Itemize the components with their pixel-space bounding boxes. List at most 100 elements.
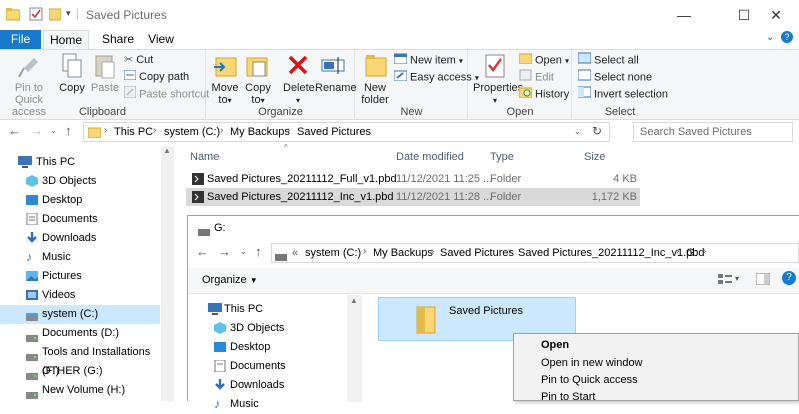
rename-button[interactable]: Rename [315,52,357,94]
help-icon[interactable]: ? [782,271,796,285]
delete-button[interactable]: Delete ▾ [283,52,315,107]
column-header-date[interactable]: Date modified [396,151,464,163]
nav-item-desktop[interactable]: Desktop [188,338,348,357]
open-button[interactable]: Open ▾ [518,52,569,68]
breadcrumb-my-backups[interactable]: My Backups [373,247,433,259]
collapse-ribbon-icon[interactable]: ⌄ [766,32,774,43]
breadcrumb-this-pc[interactable]: This PC [114,126,153,138]
new-item-button[interactable]: New item ▾ [393,52,463,68]
forward-arrow-icon[interactable]: → [218,244,231,259]
open-label: Open [535,54,562,67]
new-folder-icon[interactable] [48,7,62,24]
nav-item-music[interactable]: ♪ Music [0,248,160,267]
up-arrow-icon[interactable]: ↑ [255,244,262,259]
tab-home[interactable]: Home [43,30,89,50]
nav-item-this-pc[interactable]: This PC [188,300,348,319]
back-arrow-icon[interactable]: ← [8,123,21,138]
nav-item-tools-f[interactable]: Tools and Installations (F:) [0,343,160,377]
organize-button[interactable]: Organize ▼ [202,274,258,286]
nav-pane-scrollbar[interactable]: ▲ [161,146,174,401]
invert-selection-button[interactable]: Invert selection [577,86,668,102]
recent-locations-icon[interactable]: ⌄ [240,247,247,256]
forward-arrow-icon[interactable]: → [30,123,43,138]
nav-item-downloads[interactable]: Downloads [188,376,348,395]
menu-item-pin-quick-access[interactable]: Pin to Quick access [541,374,638,386]
tab-view[interactable]: View [141,30,181,50]
refresh-icon[interactable]: ↻ [592,124,602,138]
breadcrumb-overflow[interactable]: « [292,247,298,259]
nav-item-new-volume-h[interactable]: New Volume (H:) [0,381,160,400]
easy-access-button[interactable]: Easy access ▾ [393,69,479,85]
properties-button[interactable]: Properties ▾ [473,52,523,107]
address-bar[interactable]: › This PC › system (C:) › My Backups › S… [83,122,610,142]
copy-to-button[interactable]: Copy to▾ [243,52,273,107]
overlay-nav-scrollbar[interactable]: ▲ [347,295,362,402]
search-input[interactable]: Search Saved Pictures [633,122,793,142]
paste-shortcut-button[interactable]: Paste shortcut [123,85,209,102]
edit-button[interactable]: Edit [519,69,554,85]
breadcrumb-my-backups[interactable]: My Backups [230,126,290,138]
cut-button[interactable]: ✂ Cut [124,52,153,68]
folder-icon [87,126,102,141]
up-arrow-icon[interactable]: ↑ [65,123,72,138]
file-row[interactable]: Saved Pictures_20211112_Full_v1.pbd 11/1… [186,170,640,188]
paste-button[interactable]: Paste [90,52,120,94]
view-options-icon[interactable]: ▾ [735,274,739,283]
minimize-button[interactable]: — [661,0,707,30]
recent-locations-icon[interactable]: ⌄ [50,126,57,135]
nav-item-documents[interactable]: Documents [0,210,160,229]
file-row-selected[interactable]: Saved Pictures_20211112_Inc_v1.pbd 11/12… [186,188,640,206]
music-icon: ♪ [26,250,32,264]
move-label-1: Move [211,82,239,94]
drive-icon [198,225,210,239]
file-type: Folder [490,191,522,203]
history-button[interactable]: History [518,86,569,102]
nav-item-label: Desktop [42,194,83,206]
breadcrumb-saved-pictures[interactable]: Saved Pictures [440,247,514,259]
nav-item-desktop[interactable]: Desktop [0,191,160,210]
address-dropdown-icon[interactable]: ⌄ [574,127,581,136]
copy-path-button[interactable]: Copy path [123,69,189,85]
scroll-up-icon[interactable]: ▲ [350,296,358,305]
change-view-icon[interactable] [718,273,732,288]
preview-pane-icon[interactable] [755,272,771,288]
nav-item-music[interactable]: ♪ Music [188,395,348,414]
nav-item-videos[interactable]: Videos [0,286,160,305]
new-folder-button[interactable]: New folder [360,52,390,106]
menu-item-open[interactable]: Open [541,339,569,351]
select-all-button[interactable]: Select all [577,52,639,68]
nav-item-label: Pictures [42,270,82,282]
tab-share[interactable]: Share [95,30,141,50]
copy-button[interactable]: Copy [58,52,86,94]
column-header-size[interactable]: Size [584,151,605,163]
menu-item-open-new-window[interactable]: Open in new window [541,357,643,369]
title-bar: ▾ | Saved Pictures — ☐ ✕ [0,0,799,30]
nav-item-3d-objects[interactable]: 3D Objects [0,172,160,191]
nav-item-other-g[interactable]: OTHER (G:) [0,362,160,381]
customize-toolbar-icon[interactable]: ▾ [66,8,71,19]
overlay-address-bar[interactable]: « system (C:) › My Backups › Saved Pictu… [271,243,799,263]
move-to-button[interactable]: Move to▾ [211,52,239,107]
clipboard-group-label: Clipboard [78,106,127,118]
nav-item-pictures[interactable]: Pictures [0,267,160,286]
column-header-type[interactable]: Type [490,151,514,163]
nav-item-this-pc[interactable]: This PC [0,153,160,172]
menu-item-pin-start[interactable]: Pin to Start [541,391,595,403]
close-button[interactable]: ✕ [753,0,799,30]
tab-file[interactable]: File [0,30,41,50]
nav-item-downloads[interactable]: Downloads [0,229,160,248]
nav-item-documents[interactable]: Documents [188,357,348,376]
breadcrumb-saved-pictures[interactable]: Saved Pictures [297,126,371,138]
column-header-name[interactable]: Name [190,151,219,163]
nav-item-3d-objects[interactable]: 3D Objects [188,319,348,338]
scroll-up-icon[interactable]: ▲ [163,146,171,155]
select-none-button[interactable]: Select none [577,69,652,85]
breadcrumb-system-c[interactable]: system (C:) [164,126,220,138]
breadcrumb-system-c[interactable]: system (C:) [305,247,361,259]
nav-item-system-c[interactable]: system (C:) [0,305,160,324]
properties-icon[interactable] [29,7,43,24]
back-arrow-icon[interactable]: ← [196,244,209,259]
nav-item-documents-d[interactable]: Documents (D:) [0,324,160,343]
help-icon[interactable]: ? [781,31,793,43]
breadcrumb-g-drive[interactable]: G: [686,247,698,259]
